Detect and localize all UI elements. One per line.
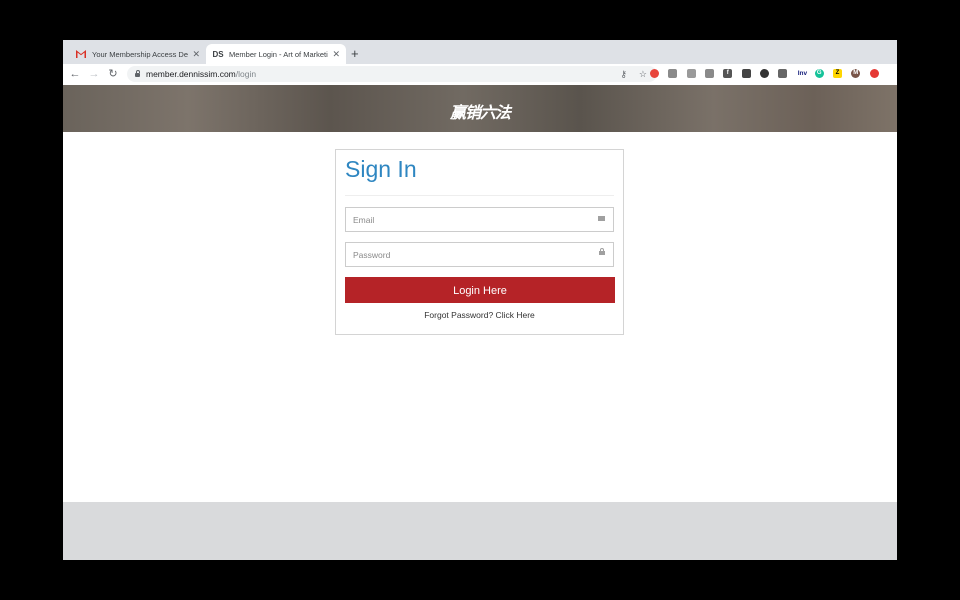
inv-extension-icon[interactable]: Inv: [796, 69, 808, 78]
site-banner: 赢销六法: [63, 85, 897, 132]
tab-membership-access[interactable]: Your Membership Access Details ✕: [69, 44, 206, 64]
login-button[interactable]: Login Here: [345, 277, 615, 303]
profile-avatar[interactable]: M: [851, 69, 861, 78]
page-footer: [63, 502, 897, 560]
z-extension-icon[interactable]: Z: [833, 69, 842, 78]
address-bar[interactable]: member.dennissim.com/login ⚷ ☆: [127, 66, 657, 82]
login-card: Sign In Login Here Forgot Password? Clic…: [335, 149, 624, 335]
grammarly-extension-icon[interactable]: G: [814, 69, 824, 78]
email-input[interactable]: [353, 214, 583, 225]
tab-member-login[interactable]: DS Member Login - Art of Marketing ✕: [206, 44, 346, 64]
email-field[interactable]: [345, 207, 614, 232]
back-icon[interactable]: ←: [68, 66, 82, 82]
star-icon[interactable]: ☆: [639, 66, 647, 82]
password-field[interactable]: [345, 242, 614, 267]
extension-1-icon[interactable]: [650, 69, 659, 78]
tab-strip: Your Membership Access Details ✕ DS Memb…: [63, 40, 897, 64]
gmail-icon: [75, 49, 87, 59]
tab-title: Member Login - Art of Marketing: [229, 49, 329, 59]
lock-icon: [135, 70, 140, 77]
browser-window: Your Membership Access Details ✕ DS Memb…: [63, 40, 897, 560]
code-extension-icon[interactable]: [686, 69, 696, 78]
padlock-icon: [599, 248, 605, 255]
extension-4-icon[interactable]: [704, 69, 714, 78]
camera-extension-icon[interactable]: [668, 69, 678, 78]
forgot-password-link[interactable]: Forgot Password? Click Here: [336, 310, 623, 320]
update-extension-icon[interactable]: [869, 69, 879, 78]
page-title: Sign In: [345, 156, 417, 182]
envelope-icon: [598, 216, 605, 221]
divider: [345, 195, 614, 196]
pen-extension-icon[interactable]: [778, 69, 788, 78]
url-path: /login: [235, 69, 257, 79]
forward-icon[interactable]: →: [87, 66, 101, 82]
ds-icon: DS: [212, 49, 224, 59]
password-input[interactable]: [353, 249, 583, 260]
extension-6-icon[interactable]: [741, 69, 751, 78]
close-tab-icon[interactable]: ✕: [332, 49, 340, 60]
new-tab-button[interactable]: +: [351, 45, 359, 63]
tab-title: Your Membership Access Details: [92, 49, 189, 59]
extension-7-icon[interactable]: [759, 69, 769, 78]
close-tab-icon[interactable]: ✕: [192, 49, 200, 60]
url-host: member.dennissim.com: [146, 69, 236, 79]
browser-toolbar: ← → ↻ member.dennissim.com/login ⚷ ☆ f In…: [63, 64, 897, 86]
key-icon[interactable]: ⚷: [620, 66, 627, 82]
reload-icon[interactable]: ↻: [106, 66, 120, 82]
site-logo[interactable]: 赢销六法: [63, 99, 897, 123]
facebook-extension-icon[interactable]: f: [723, 69, 733, 78]
